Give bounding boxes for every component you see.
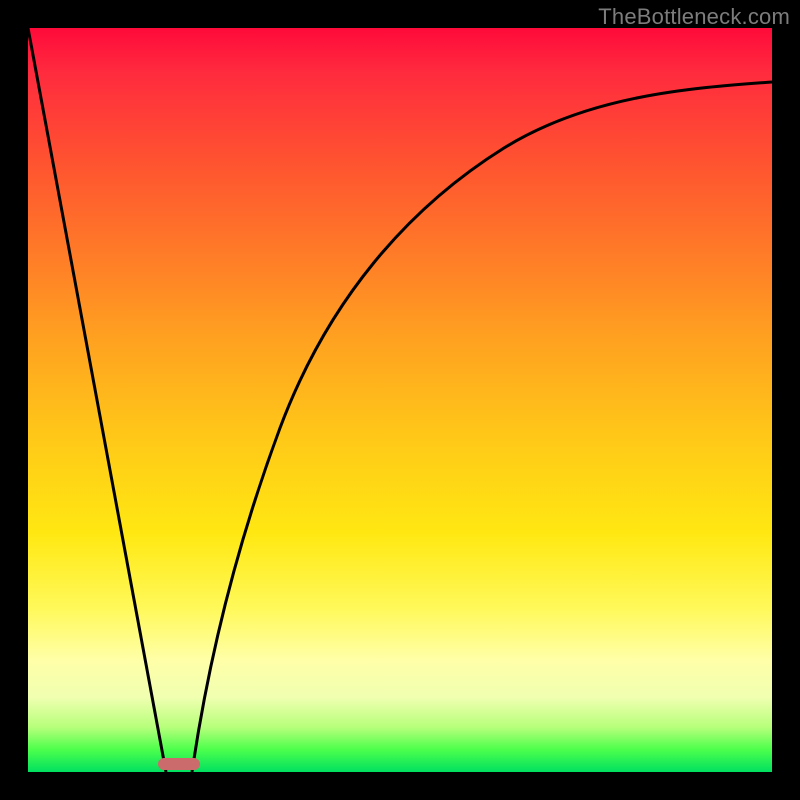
watermark-text: TheBottleneck.com [598, 4, 790, 30]
plot-area [28, 28, 772, 772]
left-descent-line [28, 28, 166, 772]
chart-frame: TheBottleneck.com [0, 0, 800, 800]
curve-layer [28, 28, 772, 772]
right-rising-curve [192, 82, 772, 772]
optimal-band-marker [158, 758, 200, 770]
